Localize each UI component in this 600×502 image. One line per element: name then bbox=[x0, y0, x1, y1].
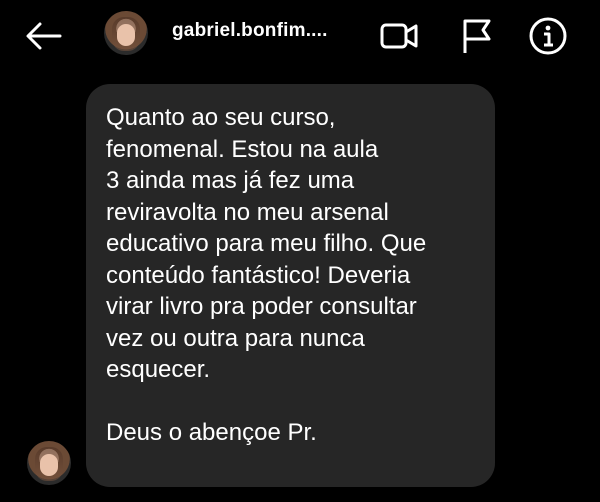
video-call-icon bbox=[380, 23, 418, 49]
message-signoff: Deus o abençoe Pr. bbox=[106, 418, 317, 446]
info-button[interactable] bbox=[528, 16, 568, 56]
message-text: Quanto ao seu curso, fenomenal. Estou na… bbox=[106, 104, 427, 383]
back-button[interactable] bbox=[22, 18, 66, 54]
back-arrow-icon bbox=[26, 22, 62, 50]
avatar[interactable] bbox=[104, 11, 148, 55]
message-bubble[interactable]: Quanto ao seu curso, fenomenal. Estou na… bbox=[86, 84, 495, 487]
username[interactable]: gabriel.bonfim.... bbox=[172, 20, 347, 42]
chat-header: gabriel.bonfim.... bbox=[0, 0, 600, 72]
flag-icon bbox=[463, 19, 491, 53]
report-button[interactable] bbox=[458, 16, 498, 56]
video-call-button[interactable] bbox=[379, 16, 419, 56]
info-icon bbox=[529, 17, 567, 55]
sender-avatar[interactable] bbox=[27, 441, 71, 485]
